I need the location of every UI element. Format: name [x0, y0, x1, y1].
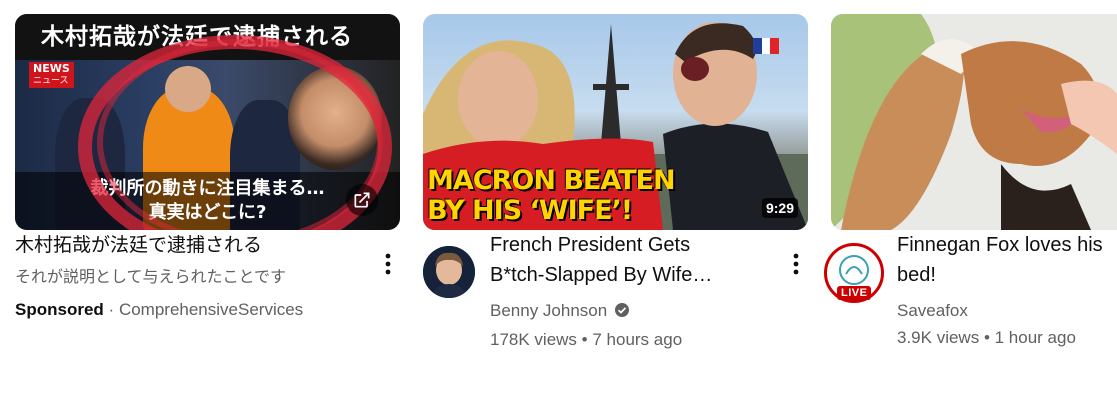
separator: •: [983, 328, 990, 347]
more-vert-icon[interactable]: [784, 252, 808, 276]
view-count-line: 3.9K views • 1 hour ago: [897, 324, 1117, 351]
video-card-macron[interactable]: MACRON BEATEN BY HIS ‘WIFE’! 9:29: [423, 14, 808, 230]
channel-name[interactable]: Saveafox: [897, 297, 1117, 324]
live-badge: LIVE: [837, 286, 872, 300]
video-info-1: 木村拓哉が法廷で逮捕される それが説明として与えられたことです Sponsore…: [15, 230, 400, 323]
verified-check-icon: [614, 299, 630, 326]
video-title[interactable]: French President Gets B*tch-Slapped By W…: [490, 230, 790, 290]
thumbnail[interactable]: 木村拓哉が法廷で逮捕される NEWS ニュース 裁判所の動きに注目集まる… 真実…: [15, 14, 400, 230]
open-in-new-icon[interactable]: [346, 184, 378, 216]
thumbnail[interactable]: [831, 14, 1117, 230]
video-title[interactable]: Finnegan Fox loves his bed!: [897, 230, 1117, 290]
view-count: 178K views: [490, 330, 577, 349]
sponsored-label: Sponsored: [15, 300, 104, 319]
view-count-line: 178K views • 7 hours ago: [490, 326, 790, 353]
thumbnail-headline: MACRON BEATEN BY HIS ‘WIFE’!: [427, 165, 676, 226]
thumbnail[interactable]: MACRON BEATEN BY HIS ‘WIFE’! 9:29: [423, 14, 808, 230]
separator: ·: [108, 300, 115, 319]
sponsor-line: Sponsored · ComprehensiveServices: [15, 296, 400, 323]
channel-name[interactable]: Benny Johnson: [490, 301, 607, 320]
news-badge: NEWS ニュース: [29, 62, 74, 88]
channel-line: Benny Johnson: [490, 297, 790, 326]
video-title[interactable]: 木村拓哉が法廷で逮捕される: [15, 230, 400, 260]
separator: •: [581, 330, 588, 349]
upload-age: 7 hours ago: [592, 330, 683, 349]
channel-avatar[interactable]: [423, 246, 475, 298]
video-description: それが説明として与えられたことです: [15, 267, 287, 286]
view-count: 3.9K views: [897, 328, 980, 347]
upload-age: 1 hour ago: [994, 328, 1076, 347]
duration-badge: 9:29: [761, 198, 798, 218]
video-info-2: French President Gets B*tch-Slapped By W…: [490, 230, 790, 353]
advertiser-name[interactable]: ComprehensiveServices: [119, 300, 303, 319]
video-card-fox[interactable]: [831, 14, 1117, 230]
video-info-3: Finnegan Fox loves his bed! Saveafox 3.9…: [897, 230, 1117, 351]
more-vert-icon[interactable]: [376, 252, 400, 276]
video-card-sponsored[interactable]: 木村拓哉が法廷で逮捕される NEWS ニュース 裁判所の動きに注目集まる… 真実…: [15, 14, 400, 230]
thumbnail-image: [831, 14, 1117, 230]
